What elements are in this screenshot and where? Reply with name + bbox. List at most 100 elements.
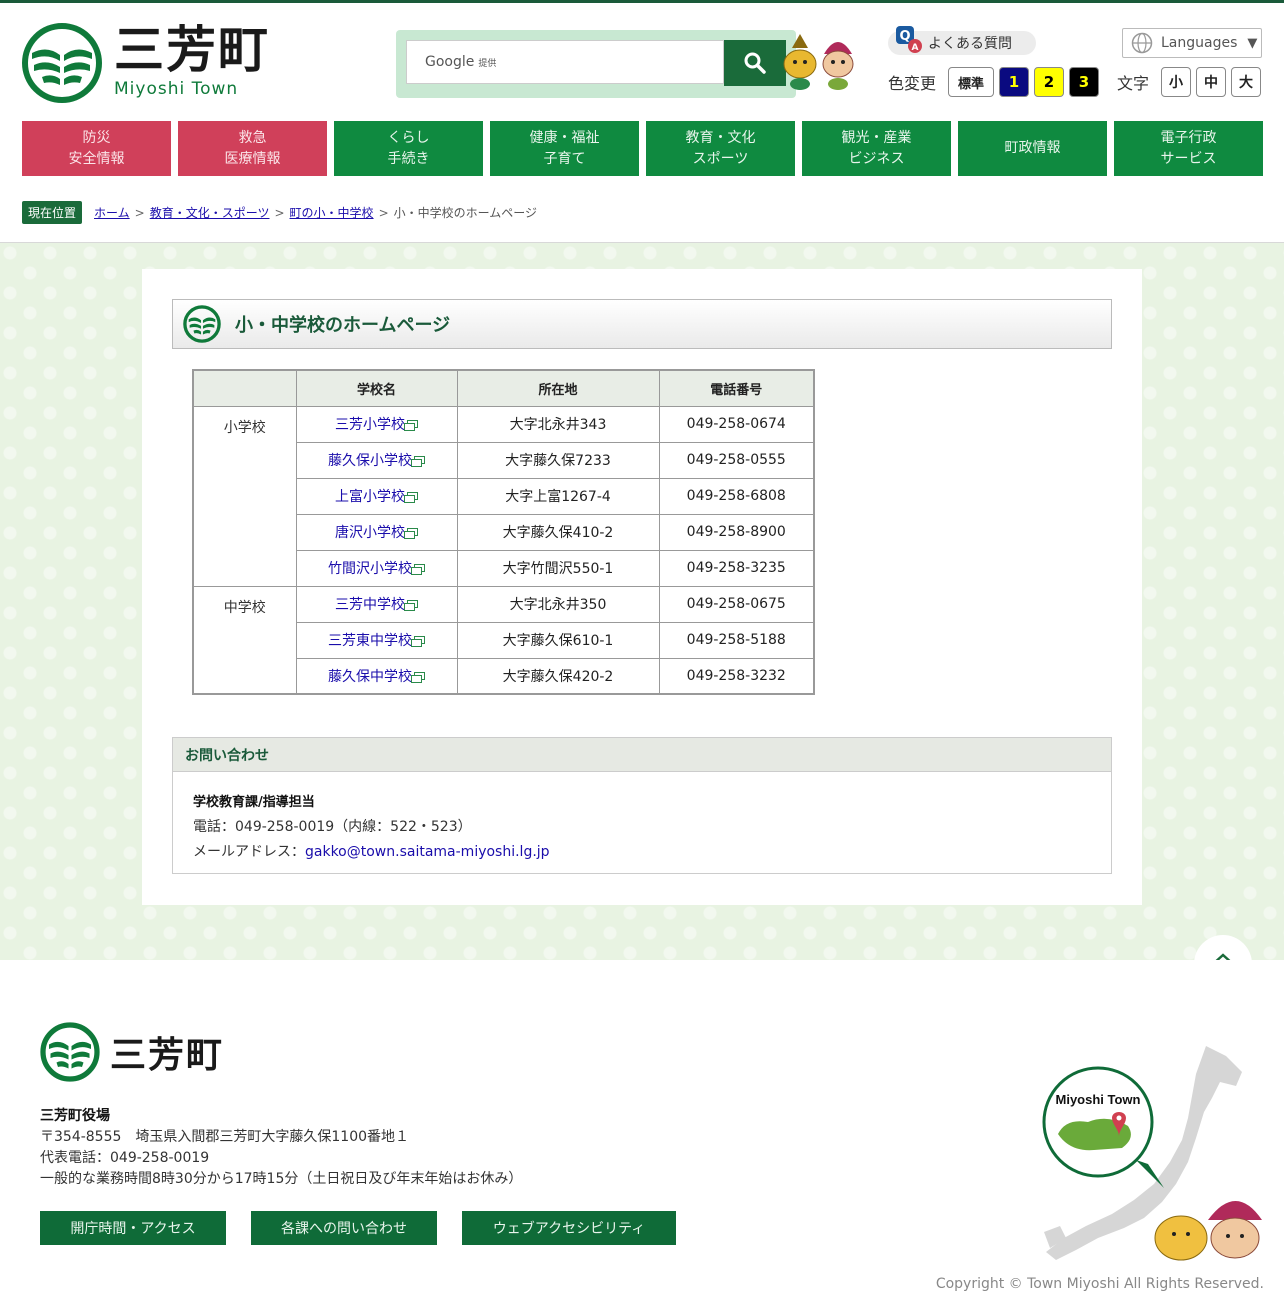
mascot-characters-image [783, 34, 854, 90]
nav-education-culture[interactable]: 教育・文化 スポーツ [646, 121, 795, 176]
google-label: Google 提供 [425, 54, 497, 70]
external-link-icon [411, 671, 425, 683]
external-link-icon [404, 528, 418, 539]
breadcrumb-education-link[interactable]: 教育・文化・スポーツ [150, 204, 270, 221]
footer-logo[interactable]: 三芳町 [40, 1022, 224, 1082]
table-row: 中学校 三芳中学校 大字北永井350 049-258-0675 [192, 585, 815, 695]
address-cell: 大字北永井343 [456, 405, 660, 443]
external-link-icon [404, 492, 418, 503]
site-logo[interactable]: 三芳町 Miyoshi Town [22, 23, 270, 103]
category-cell: 中学校 [192, 585, 297, 695]
main-content: 小・中学校のホームページ 学校名 所在地 電話番号 小学校 三芳小学校 大字北永… [142, 269, 1142, 905]
phone-cell: 049-258-3232 [658, 657, 815, 695]
hours-access-button[interactable]: 開庁時間・アクセス [40, 1211, 226, 1245]
web-accessibility-button[interactable]: ウェブアクセシビリティ [462, 1211, 676, 1245]
footer-office-name: 三芳町役場 [40, 1108, 110, 1124]
text-small-button[interactable]: 小 [1161, 67, 1192, 97]
logo-subtitle: Miyoshi Town [114, 79, 239, 99]
languages-select[interactable]: Languages ▼ [1122, 28, 1262, 58]
search-area: Google 提供 [396, 30, 796, 98]
footer-buttons: 開庁時間・アクセス 各課への問い合わせ ウェブアクセシビリティ [40, 1211, 701, 1245]
languages-label: Languages [1161, 35, 1238, 51]
town-emblem-icon [22, 23, 102, 103]
color-1-button[interactable]: 1 [999, 67, 1030, 97]
school-link[interactable]: 藤久保中学校 [328, 669, 412, 685]
town-emblem-icon [40, 1022, 100, 1082]
contact-box: お問い合わせ 学校教育課/指導担当 電話：049-258-0019（内線：522… [172, 737, 1112, 874]
breadcrumb-home-link[interactable]: ホーム [94, 204, 130, 221]
breadcrumb-current: 小・中学校のホームページ [393, 206, 538, 220]
phone-cell: 049-258-8900 [658, 513, 815, 551]
school-link[interactable]: 藤久保小学校 [328, 453, 412, 469]
school-link[interactable]: 三芳東中学校 [328, 633, 412, 649]
address-cell: 大字藤久保420-2 [456, 657, 660, 695]
search-button[interactable] [724, 40, 786, 86]
school-name-cell: 三芳小学校 [295, 405, 458, 443]
address-cell: 大字藤久保610-1 [456, 621, 660, 659]
school-name-cell: 藤久保小学校 [295, 441, 458, 479]
nav-tourism-business[interactable]: 観光・産業 ビジネス [802, 121, 951, 176]
text-large-button[interactable]: 大 [1231, 67, 1262, 97]
school-link[interactable]: 竹間沢小学校 [328, 561, 412, 577]
department-contact-button[interactable]: 各課への問い合わせ [251, 1211, 437, 1245]
nav-disaster-safety[interactable]: 防災 安全情報 [22, 121, 171, 176]
footer-logo-text: 三芳町 [110, 1035, 225, 1076]
nav-living-procedures[interactable]: くらし 手続き [334, 121, 483, 176]
external-link-icon [411, 564, 425, 575]
phone-cell: 049-258-6808 [658, 477, 815, 515]
page-heading: 小・中学校のホームページ [172, 299, 1112, 349]
contact-email-row: メールアドレス：gakko@town.saitama-miyoshi.lg.jp [193, 840, 1091, 865]
search-input[interactable]: Google 提供 [406, 40, 724, 84]
breadcrumb-separator: > [378, 205, 389, 220]
nav-town-info[interactable]: 町政情報 [958, 121, 1107, 176]
breadcrumb-schools-link[interactable]: 町の小・中学校 [290, 204, 374, 221]
external-link-icon [404, 420, 418, 431]
school-name-cell: 藤久保中学校 [295, 657, 458, 695]
school-name-cell: 上富小学校 [295, 477, 458, 515]
school-link[interactable]: 三芳中学校 [335, 597, 405, 613]
faq-qa-icon: Q A [896, 26, 922, 53]
text-medium-button[interactable]: 中 [1196, 67, 1227, 97]
school-name-cell: 三芳中学校 [295, 585, 458, 623]
external-link-icon [411, 636, 425, 647]
breadcrumb-separator: > [274, 205, 285, 220]
school-link[interactable]: 唐沢小学校 [335, 525, 405, 541]
nav-emergency-medical[interactable]: 救急 医療情報 [178, 121, 327, 176]
column-header [192, 369, 297, 407]
global-nav: 防災 安全情報 救急 医療情報 くらし 手続き 健康・福祉 子育て 教育・文化 … [22, 121, 1263, 176]
chevron-down-icon: ▼ [1247, 35, 1258, 51]
svg-text:Q: Q [899, 29, 910, 44]
contact-heading: お問い合わせ [173, 738, 1111, 772]
column-header: 電話番号 [658, 369, 815, 407]
nav-health-welfare[interactable]: 健康・福祉 子育て [490, 121, 639, 176]
nav-e-government[interactable]: 電子行政 サービス [1114, 121, 1263, 176]
address-cell: 大字上富1267-4 [456, 477, 660, 515]
address-cell: 大字藤久保410-2 [456, 513, 660, 551]
text-size-group: 文字 小 中 大 [1117, 67, 1266, 97]
address-cell: 大字北永井350 [456, 585, 660, 623]
footer-hours: 一般的な業務時間8時30分から17時15分（土日祝日及び年末年始はお休み） [40, 1171, 523, 1187]
phone-cell: 049-258-0675 [658, 585, 815, 623]
logo-title: 三芳町 [114, 21, 270, 79]
color-standard-button[interactable]: 標準 [948, 67, 995, 97]
breadcrumb-tag: 現在位置 [22, 201, 83, 224]
column-header: 学校名 [295, 369, 458, 407]
japan-map-image: Miyoshi Town [1042, 1046, 1262, 1261]
school-name-cell: 唐沢小学校 [295, 513, 458, 551]
external-link-icon [411, 456, 425, 467]
school-link[interactable]: 三芳小学校 [335, 417, 405, 433]
breadcrumb-separator: > [134, 205, 145, 220]
school-link[interactable]: 上富小学校 [335, 489, 405, 505]
page-title: 小・中学校のホームページ [235, 315, 451, 336]
external-link-icon [404, 600, 418, 611]
color-2-button[interactable]: 2 [1034, 67, 1065, 97]
school-name-cell: 三芳東中学校 [295, 621, 458, 659]
faq-link[interactable]: Q A よくある質問 [888, 26, 1036, 55]
map-label: Miyoshi Town [1056, 1092, 1141, 1107]
color-3-button[interactable]: 3 [1069, 67, 1100, 97]
text-size-label: 文字 [1117, 74, 1150, 93]
faq-label: よくある質問 [928, 36, 1012, 52]
contact-email-label: メールアドレス： [193, 844, 305, 860]
contact-email-link[interactable]: gakko@town.saitama-miyoshi.lg.jp [305, 844, 550, 860]
address-cell: 大字藤久保7233 [456, 441, 660, 479]
